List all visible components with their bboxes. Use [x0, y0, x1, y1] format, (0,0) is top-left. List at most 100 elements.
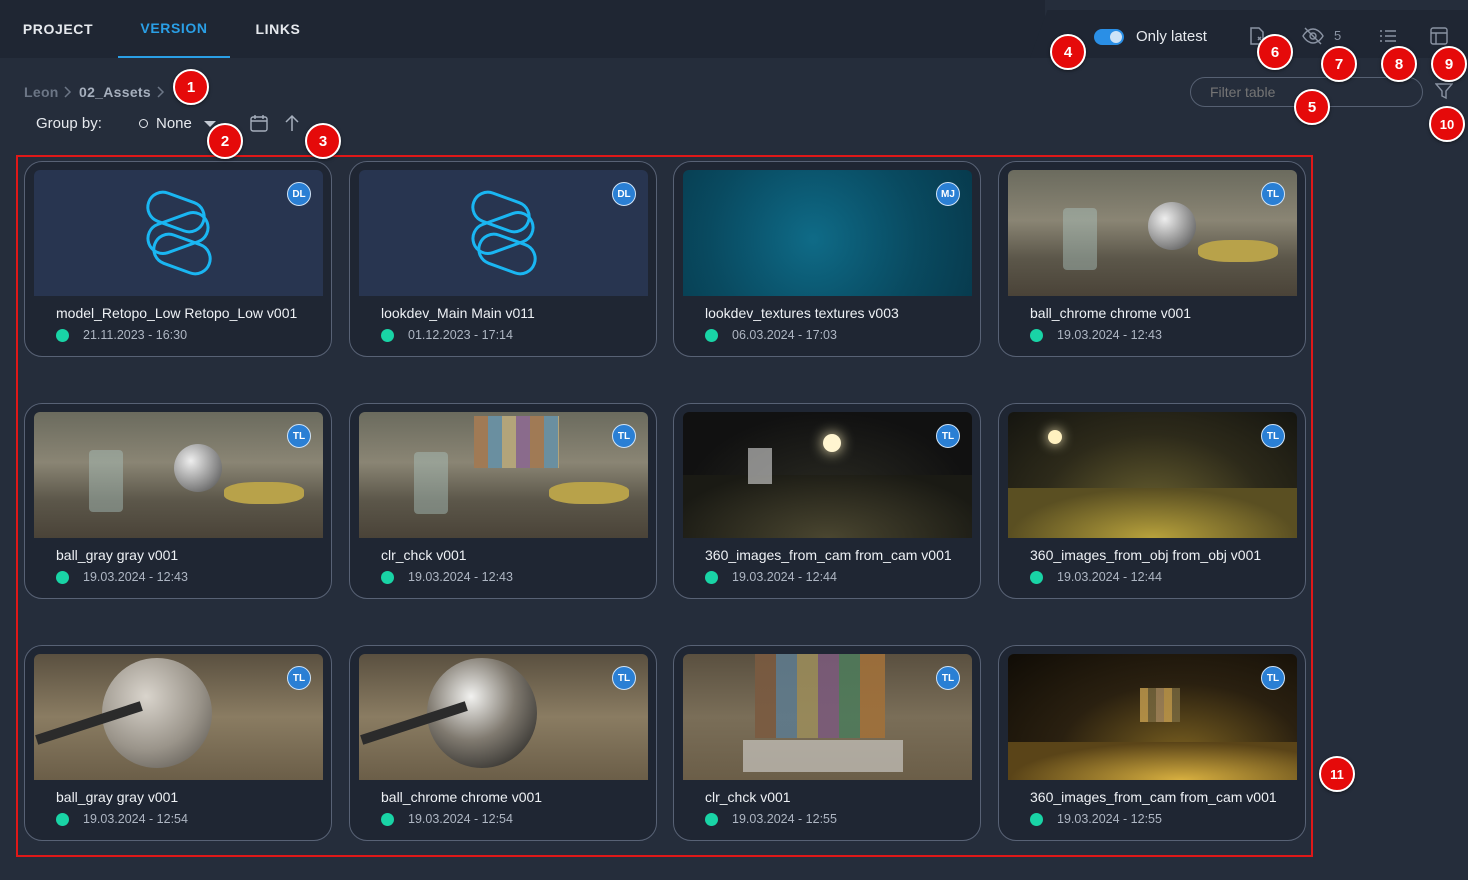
annotation-marker: 1: [173, 69, 209, 105]
status-dot-icon: [56, 571, 69, 584]
status-dot-icon: [1030, 329, 1043, 342]
version-thumbnail: DL: [34, 170, 323, 296]
user-avatar: TL: [612, 666, 636, 690]
version-card[interactable]: TL 360_images_from_cam from_cam v001 19.03…: [673, 403, 981, 599]
eye-off-icon[interactable]: [1302, 27, 1324, 45]
version-title: 360_images_from_cam from_cam v001: [1030, 789, 1277, 805]
version-thumbnail: TL: [34, 654, 323, 780]
version-title: clr_chck v001: [381, 547, 467, 563]
user-avatar: DL: [612, 182, 636, 206]
annotation-marker: 8: [1381, 46, 1417, 82]
status-dot-icon: [381, 571, 394, 584]
status-dot-icon: [705, 571, 718, 584]
version-card[interactable]: TL clr_chck v001 19.03.2024 - 12:43: [349, 403, 657, 599]
version-thumbnail: TL: [359, 654, 648, 780]
tab-version[interactable]: VERSION: [118, 0, 230, 58]
version-thumbnail: TL: [1008, 412, 1297, 538]
version-title: model_Retopo_Low Retopo_Low v001: [56, 305, 298, 321]
version-title: lookdev_Main Main v011: [381, 305, 535, 321]
status-dot-icon: [1030, 813, 1043, 826]
only-latest-label: Only latest: [1136, 28, 1207, 45]
version-thumbnail: TL: [1008, 654, 1297, 780]
version-thumbnail: TL: [34, 412, 323, 538]
annotation-marker: 11: [1319, 756, 1355, 792]
filter-funnel-icon[interactable]: [1435, 82, 1453, 100]
version-thumbnail: TL: [683, 654, 972, 780]
version-title: ball_chrome chrome v001: [381, 789, 543, 805]
user-avatar: TL: [612, 424, 636, 448]
version-card[interactable]: TL clr_chck v001 19.03.2024 - 12:55: [673, 645, 981, 841]
version-card[interactable]: TL ball_chrome chrome v001 19.03.2024 - 12…: [349, 645, 657, 841]
hidden-count: 5: [1334, 28, 1342, 43]
version-title: ball_chrome chrome v001: [1030, 305, 1192, 321]
group-by-value: None: [156, 115, 192, 132]
annotation-marker: 9: [1431, 46, 1467, 82]
version-title: 360_images_from_cam from_cam v001: [705, 547, 952, 563]
tab-project[interactable]: PROJECT: [0, 0, 116, 58]
status-dot-icon: [381, 329, 394, 342]
user-avatar: TL: [936, 424, 960, 448]
annotation-marker: 3: [305, 123, 341, 159]
version-card[interactable]: TL ball_gray gray v001 19.03.2024 - 12:43: [24, 403, 332, 599]
version-date: 21.11.2023 - 16:30: [83, 328, 188, 342]
status-dot-icon: [705, 329, 718, 342]
version-thumbnail: TL: [359, 412, 648, 538]
user-avatar: TL: [1261, 666, 1285, 690]
breadcrumb-item-root[interactable]: Leon: [24, 84, 59, 100]
user-avatar: TL: [1261, 424, 1285, 448]
layout-panel-icon[interactable]: [1430, 27, 1448, 45]
version-date: 01.12.2023 - 17:14: [408, 328, 513, 342]
version-card[interactable]: TL 360_images_from_cam from_cam v001 19.03…: [998, 645, 1306, 841]
version-card[interactable]: DL lookdev_Main Main v011 01.12.2023 - 17:…: [349, 161, 657, 357]
version-date: 19.03.2024 - 12:55: [732, 812, 837, 826]
user-avatar: TL: [1261, 182, 1285, 206]
annotation-marker: 7: [1321, 46, 1357, 82]
version-date: 19.03.2024 - 12:43: [408, 570, 513, 584]
group-by-select[interactable]: None: [139, 115, 216, 132]
version-card[interactable]: TL 360_images_from_obj from_obj v001 19.03…: [998, 403, 1306, 599]
version-card[interactable]: MJ lookdev_textures textures v003 06.03.20…: [673, 161, 981, 357]
group-by-label: Group by:: [36, 115, 102, 132]
version-date: 19.03.2024 - 12:43: [83, 570, 188, 584]
version-title: ball_gray gray v001: [56, 789, 179, 805]
list-view-icon[interactable]: [1379, 28, 1397, 44]
calendar-icon[interactable]: [250, 114, 268, 132]
version-card[interactable]: DL model_Retopo_Low Retopo_Low v001 21.11.…: [24, 161, 332, 357]
user-avatar: TL: [936, 666, 960, 690]
radio-dot-icon: [139, 119, 148, 128]
annotation-marker: 5: [1294, 89, 1330, 125]
version-thumbnail: DL: [359, 170, 648, 296]
annotation-marker: 10: [1429, 106, 1465, 142]
annotation-marker: 2: [207, 123, 243, 159]
version-date: 06.03.2024 - 17:03: [732, 328, 837, 342]
version-title: ball_gray gray v001: [56, 547, 179, 563]
version-date: 19.03.2024 - 12:54: [83, 812, 188, 826]
status-dot-icon: [381, 813, 394, 826]
version-date: 19.03.2024 - 12:43: [1057, 328, 1162, 342]
version-thumbnail: TL: [683, 412, 972, 538]
version-date: 19.03.2024 - 12:44: [732, 570, 837, 584]
version-title: lookdev_textures textures v003: [705, 305, 899, 321]
version-title: clr_chck v001: [705, 789, 791, 805]
user-avatar: DL: [287, 182, 311, 206]
version-thumbnail: MJ: [683, 170, 972, 296]
version-date: 19.03.2024 - 12:54: [408, 812, 513, 826]
version-card[interactable]: TL ball_chrome chrome v001 19.03.2024 - 12…: [998, 161, 1306, 357]
version-title: 360_images_from_obj from_obj v001: [1030, 547, 1262, 563]
user-avatar: TL: [287, 424, 311, 448]
only-latest-toggle[interactable]: [1094, 29, 1124, 45]
version-card[interactable]: TL ball_gray gray v001 19.03.2024 - 12:54: [24, 645, 332, 841]
status-dot-icon: [705, 813, 718, 826]
chevron-right-icon: [64, 86, 72, 98]
user-avatar: MJ: [936, 182, 960, 206]
tab-links[interactable]: LINKS: [232, 0, 324, 58]
annotation-marker: 6: [1257, 34, 1293, 70]
status-dot-icon: [56, 813, 69, 826]
annotation-marker: 4: [1050, 34, 1086, 70]
status-dot-icon: [1030, 571, 1043, 584]
breadcrumb-item-current[interactable]: 02_Assets: [79, 84, 151, 100]
sort-ascending-icon[interactable]: [284, 114, 300, 132]
version-date: 19.03.2024 - 12:55: [1057, 812, 1162, 826]
user-avatar: TL: [287, 666, 311, 690]
chevron-right-icon: [157, 86, 165, 98]
